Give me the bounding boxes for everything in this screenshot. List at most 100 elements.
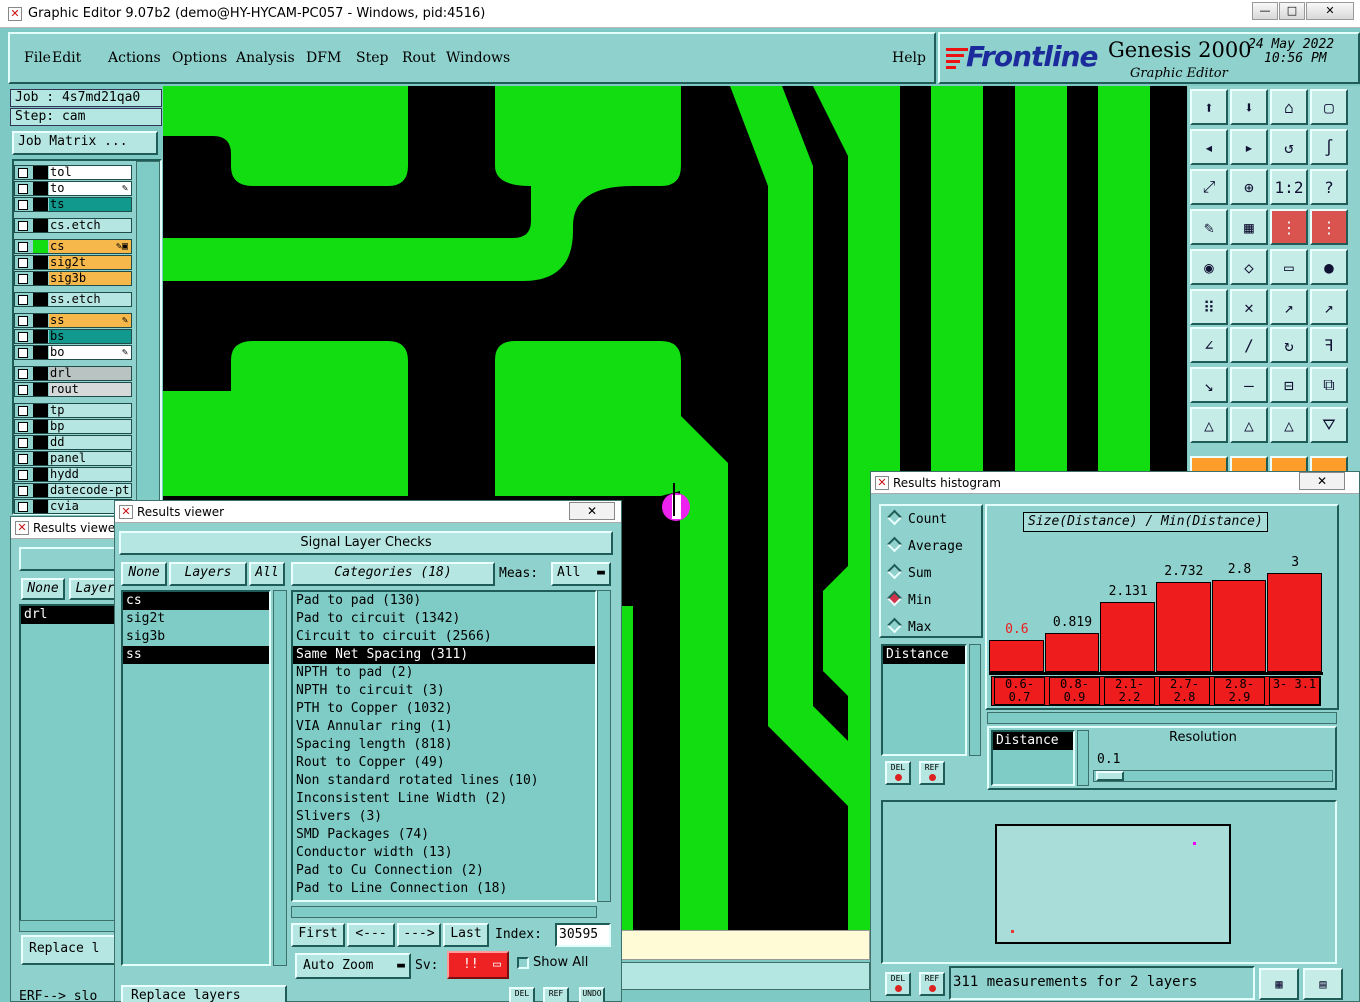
layer-checkbox[interactable] <box>18 348 28 358</box>
layer-color-swatch[interactable] <box>33 367 48 380</box>
index-input[interactable]: 30595 <box>555 923 611 947</box>
layer-checkbox[interactable] <box>18 184 28 194</box>
layer-checkbox[interactable] <box>18 406 28 416</box>
field-list[interactable]: Distance <box>881 644 967 756</box>
list-item[interactable]: sig2t <box>123 610 269 628</box>
hist-del2-button[interactable]: DEL <box>885 972 911 996</box>
layer-row-cs[interactable]: cs ✎▣ <box>14 239 132 254</box>
radio-icon[interactable] <box>886 563 903 580</box>
first-button[interactable]: First <box>291 923 345 947</box>
menu-help[interactable]: Help <box>892 50 926 66</box>
menu-options[interactable]: Options <box>172 50 227 66</box>
mode-radio-min[interactable]: Min <box>886 590 931 608</box>
layer-color-swatch[interactable] <box>33 314 48 327</box>
layer-checkbox[interactable] <box>18 295 28 305</box>
close-button[interactable]: ✕ <box>1306 2 1354 20</box>
layers-none-button[interactable]: None <box>121 562 167 586</box>
category-item[interactable]: VIA Annular ring (1) <box>293 718 595 736</box>
corner-icon[interactable]: ↘ <box>1190 367 1228 403</box>
layer-color-swatch[interactable] <box>33 383 48 396</box>
category-item[interactable]: Circuit to circuit (2566) <box>293 628 595 646</box>
layer-checkbox[interactable] <box>18 438 28 448</box>
scale-1-2-icon[interactable]: 1:2 <box>1270 169 1308 205</box>
minimize-button[interactable]: — <box>1252 2 1278 20</box>
field-list-scrollbar[interactable] <box>969 644 981 756</box>
layer-checkbox[interactable] <box>18 200 28 210</box>
slash-icon[interactable]: ∕ <box>1230 327 1268 363</box>
job-matrix-button[interactable]: Job Matrix ... <box>12 131 158 155</box>
layer-checkbox[interactable] <box>18 242 28 252</box>
layer-row-sig3b[interactable]: sig3b <box>14 271 132 286</box>
zoom-fit-icon[interactable]: ⤢ <box>1190 169 1228 205</box>
last-button[interactable]: Last <box>443 923 489 947</box>
category-item[interactable]: Slivers (3) <box>293 808 595 826</box>
list-item[interactable]: sig3b <box>123 628 269 646</box>
triangle-d-icon[interactable]: ⛛ <box>1310 407 1348 443</box>
results-viewer-close-button[interactable]: ✕ <box>569 502 615 520</box>
back-replace-button[interactable]: Replace l <box>21 935 125 965</box>
layer-color-swatch[interactable] <box>33 484 48 497</box>
layer-list-scrollbar[interactable] <box>136 161 160 513</box>
layer-color-swatch[interactable] <box>33 468 48 481</box>
layer-row-bp[interactable]: bp <box>14 419 132 434</box>
hist-ref2-button[interactable]: REF <box>919 972 945 996</box>
zoom-window-icon[interactable]: ▢ <box>1310 89 1348 125</box>
menu-analysis[interactable]: Analysis <box>236 50 295 66</box>
del-button[interactable]: DEL <box>509 987 535 1002</box>
category-item[interactable]: Pad to Cu Connection (2) <box>293 862 595 880</box>
menu-file[interactable]: File <box>24 50 51 66</box>
menu-edit[interactable]: Edit <box>52 50 81 66</box>
histogram-export-icon[interactable]: ▦ <box>1259 968 1299 1000</box>
undo-button[interactable]: UNDO <box>579 987 605 1002</box>
pan-down-icon[interactable]: ⬇ <box>1230 89 1268 125</box>
radio-icon[interactable] <box>886 590 903 607</box>
layer-row-drl[interactable]: drl <box>14 366 132 381</box>
histogram-bar[interactable] <box>1100 601 1155 672</box>
categories-scrollbar[interactable] <box>597 590 611 902</box>
show-all-checkbox[interactable] <box>517 957 529 969</box>
undo-view-icon[interactable]: ↺ <box>1270 129 1308 165</box>
layer-color-swatch[interactable] <box>33 420 48 433</box>
categories-hscroll[interactable] <box>291 906 597 918</box>
next-button[interactable]: ---> <box>397 923 441 947</box>
layer-color-swatch[interactable] <box>33 293 48 306</box>
histogram-bar[interactable] <box>1044 633 1100 672</box>
layer-checkbox[interactable] <box>18 316 28 326</box>
layer-row-ts[interactable]: ts <box>14 197 132 212</box>
category-item[interactable]: SMD Packages (74) <box>293 826 595 844</box>
delete-icon[interactable]: ✕ <box>1230 289 1268 325</box>
layer-checkbox[interactable] <box>18 168 28 178</box>
layer-color-swatch[interactable] <box>33 436 48 449</box>
menu-step[interactable]: Step <box>356 50 388 66</box>
radio-icon[interactable] <box>886 509 903 526</box>
category-item[interactable]: PTH to Copper (1032) <box>293 700 595 718</box>
pan-left-icon[interactable]: ◂ <box>1190 129 1228 165</box>
layer-row-tp[interactable]: tp <box>14 403 132 418</box>
layer-color-swatch[interactable] <box>33 166 48 179</box>
pan-up-icon[interactable]: ⬆ <box>1190 89 1228 125</box>
pan-right-icon[interactable]: ▸ <box>1230 129 1268 165</box>
layer-checkbox[interactable] <box>18 258 28 268</box>
list-item[interactable]: Distance <box>883 646 965 664</box>
category-item[interactable]: Inconsistent Line Width (2) <box>293 790 595 808</box>
histogram-hscroll[interactable] <box>987 712 1337 724</box>
category-item[interactable]: Pad to Line Connection (18) <box>293 880 595 898</box>
hist-del-button[interactable]: DEL <box>885 761 911 785</box>
layer-checkbox[interactable] <box>18 454 28 464</box>
histogram-bar[interactable] <box>1156 581 1211 672</box>
resolution-slider[interactable] <box>1093 770 1333 782</box>
layer-checkbox[interactable] <box>18 274 28 284</box>
layer-row-ss.etch[interactable]: ss.etch <box>14 292 132 307</box>
category-item[interactable]: Non standard rotated lines (10) <box>293 772 595 790</box>
layer-color-swatch[interactable] <box>33 182 48 195</box>
category-item[interactable]: Conductor width (13) <box>293 844 595 862</box>
category-item[interactable]: Same Net Spacing (311) <box>293 646 595 664</box>
board-hscroll[interactable] <box>620 962 870 990</box>
layer-row-panel[interactable]: panel <box>14 451 132 466</box>
layer-color-swatch[interactable] <box>33 272 48 285</box>
layer-row-tol[interactable]: tol <box>14 165 132 180</box>
layer-color-swatch[interactable] <box>33 500 48 513</box>
replace-layers-button[interactable]: Replace layers <box>121 985 287 1002</box>
category-item[interactable]: NPTH to pad (2) <box>293 664 595 682</box>
layer-color-swatch[interactable] <box>33 256 48 269</box>
